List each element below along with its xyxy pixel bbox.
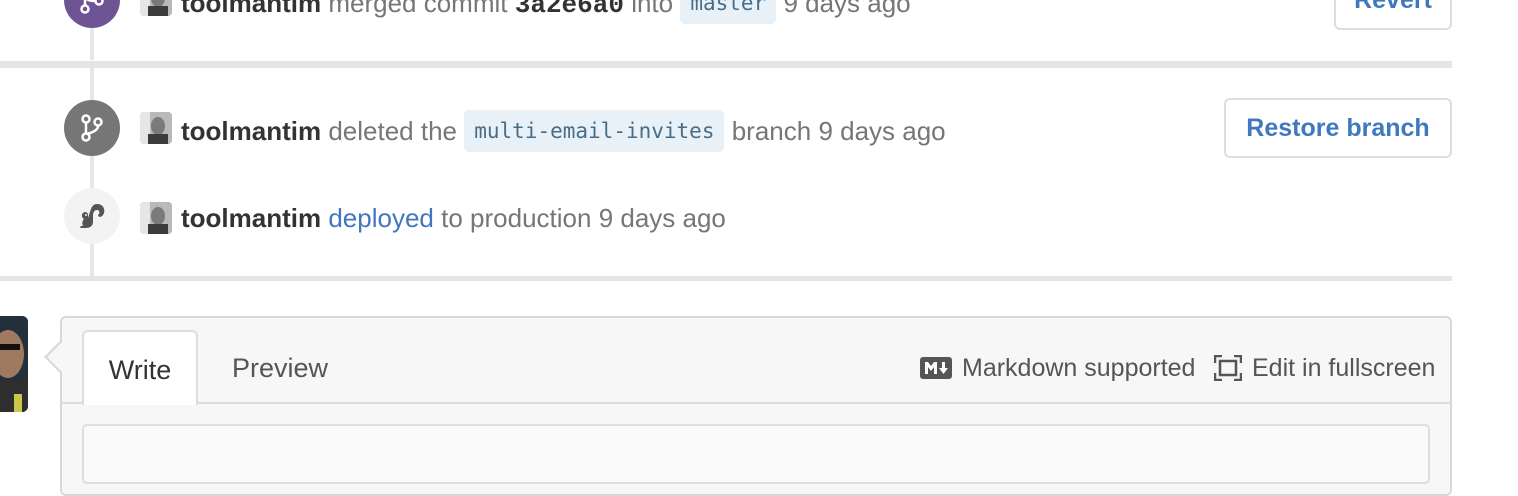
revert-button[interactable]: Revert	[1334, 0, 1452, 30]
composer-pointer-inner	[47, 342, 62, 372]
fullscreen-icon	[1214, 355, 1242, 381]
restore-branch-button[interactable]: Restore branch	[1224, 98, 1452, 158]
avatar[interactable]	[140, 0, 172, 16]
delete-branch-badge	[64, 100, 120, 156]
merge-event-text: toolmantim merged commit 3a2e6a0 into ma…	[181, 0, 911, 26]
deploy-target: to production	[441, 203, 592, 233]
merge-event: toolmantim merged commit 3a2e6a0 into ma…	[0, 0, 1452, 40]
tab-write[interactable]: Write	[82, 330, 198, 405]
markdown-supported-link[interactable]: Markdown supported	[920, 350, 1195, 386]
event-user-link[interactable]: toolmantim	[181, 0, 321, 18]
markdown-icon	[920, 357, 952, 379]
markdown-label: Markdown supported	[962, 353, 1196, 382]
avatar[interactable]	[140, 202, 172, 234]
commit-sha-link[interactable]: 3a2e6a0	[515, 0, 624, 20]
deployed-link[interactable]: deployed	[328, 203, 434, 233]
timeline-divider	[0, 61, 1452, 68]
current-user-avatar[interactable]	[0, 316, 28, 412]
timeline-divider	[0, 276, 1452, 281]
event-into: into	[631, 0, 674, 18]
comment-textarea[interactable]	[82, 424, 1430, 484]
deploy-text: toolmantim deployed to production 9 days…	[181, 202, 726, 234]
deploy-badge	[64, 188, 120, 244]
event-time[interactable]: 9 days ago	[783, 0, 910, 18]
edit-fullscreen-link[interactable]: Edit in fullscreen	[1214, 350, 1435, 386]
event-time[interactable]: 9 days ago	[599, 203, 726, 233]
git-merge-icon	[80, 0, 104, 14]
event-time[interactable]: 9 days ago	[818, 116, 945, 146]
delete-branch-text: toolmantim deleted the multi-email-invit…	[181, 110, 946, 154]
event-action: deleted the	[328, 115, 458, 146]
branch-name[interactable]: master	[680, 0, 777, 24]
event-user-link[interactable]: toolmantim	[181, 116, 321, 146]
branch-name[interactable]: multi-email-invites	[464, 110, 725, 152]
event-branch-word: branch	[731, 115, 812, 146]
git-branch-icon	[81, 114, 103, 142]
squirrel-icon	[80, 204, 105, 228]
deploy-event: toolmantim deployed to production 9 days…	[0, 188, 1452, 248]
tab-preview[interactable]: Preview	[232, 330, 328, 405]
merge-badge	[64, 0, 120, 28]
event-action: merged commit	[328, 0, 508, 18]
avatar[interactable]	[140, 112, 172, 144]
fullscreen-label: Edit in fullscreen	[1252, 353, 1436, 382]
event-user-link[interactable]: toolmantim	[181, 203, 321, 233]
delete-branch-event: toolmantim deleted the multi-email-invit…	[0, 98, 1452, 158]
